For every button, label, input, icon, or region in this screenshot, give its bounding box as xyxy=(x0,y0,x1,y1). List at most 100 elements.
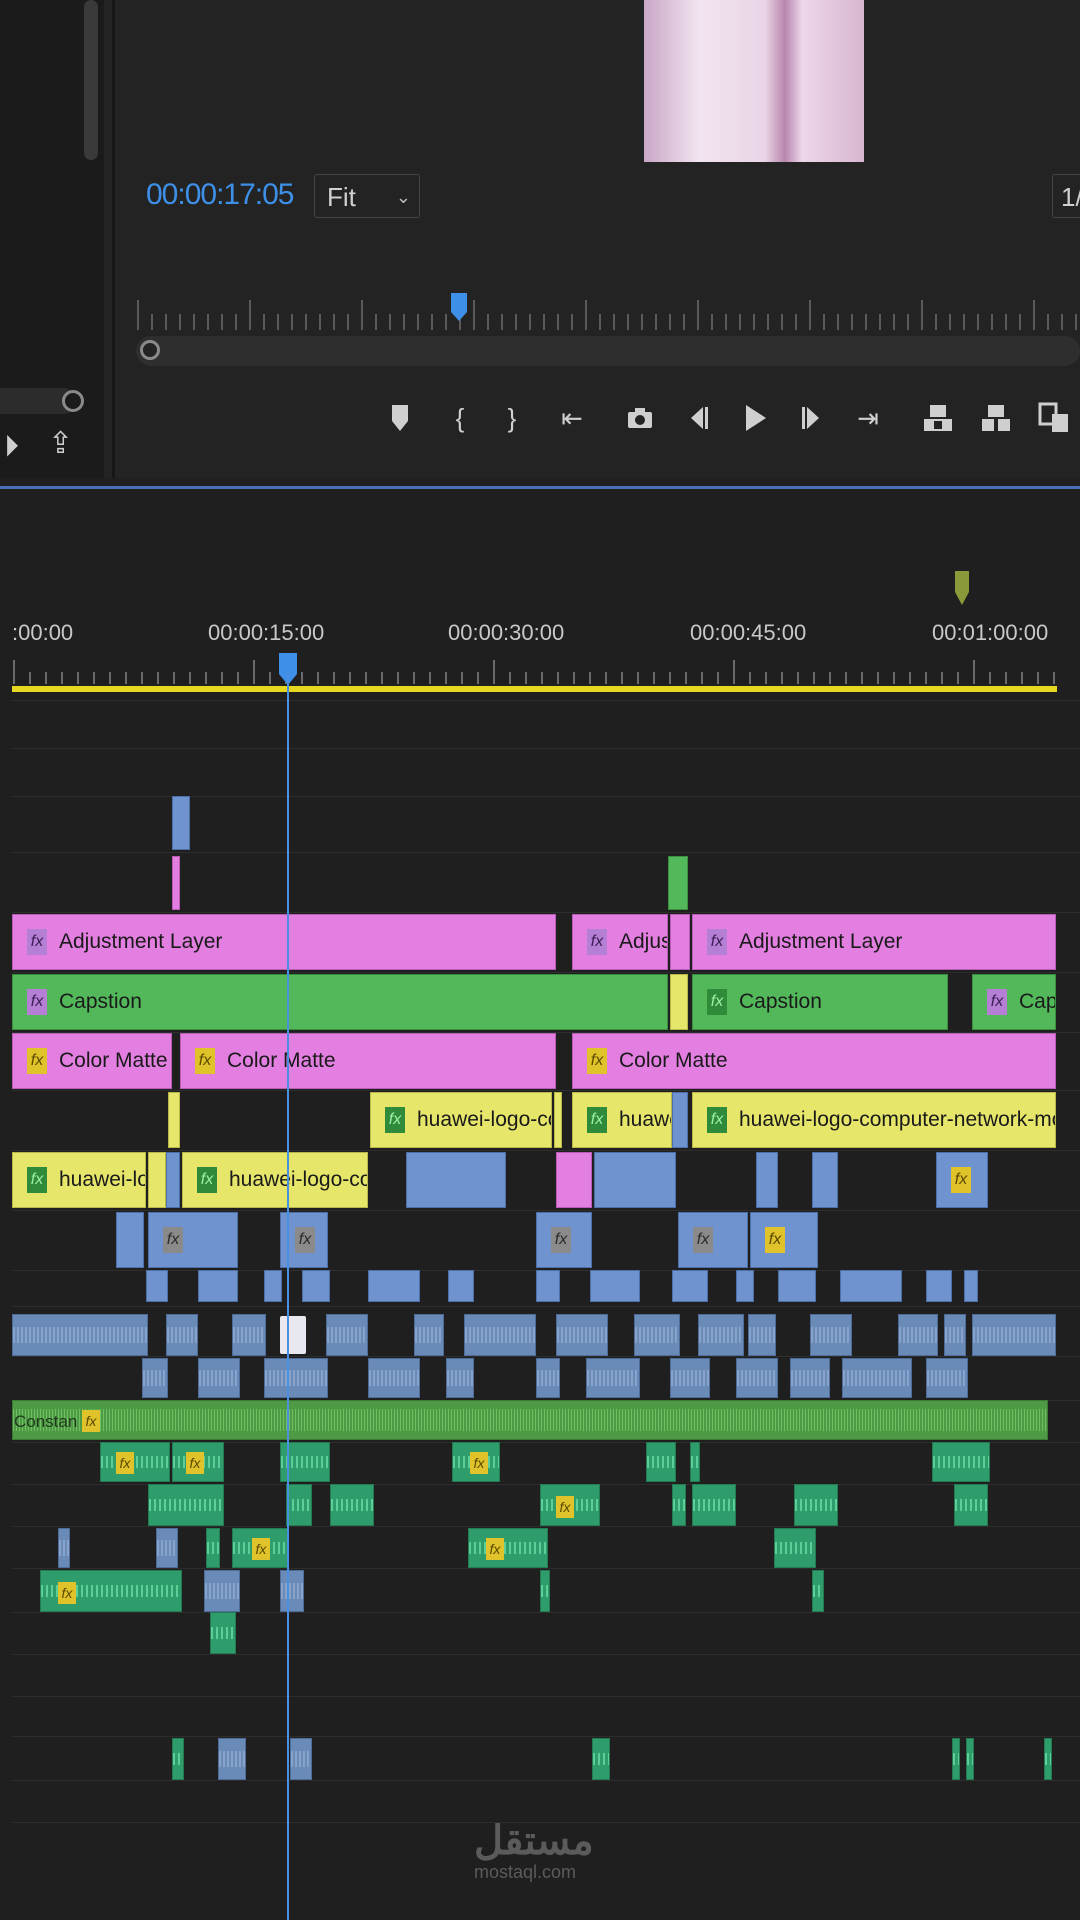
audio-clip[interactable] xyxy=(748,1314,776,1356)
audio-clip[interactable] xyxy=(204,1570,240,1612)
sfx-audio-clip[interactable] xyxy=(210,1612,236,1654)
color-matte-clip[interactable]: fx Color Matte xyxy=(12,1033,172,1089)
audio-clip[interactable] xyxy=(166,1314,198,1356)
audio-clip[interactable] xyxy=(736,1358,778,1398)
video-clip[interactable] xyxy=(302,1270,330,1302)
audio-clip[interactable] xyxy=(198,1358,240,1398)
audio-clip[interactable] xyxy=(790,1358,830,1398)
audio-clip[interactable] xyxy=(698,1314,744,1356)
caption-clip[interactable]: fx Capstion xyxy=(692,974,948,1030)
video-clip[interactable] xyxy=(198,1270,238,1302)
video-clip[interactable] xyxy=(536,1270,560,1302)
graphic-clip[interactable]: fx huawei-logo-compu xyxy=(370,1092,552,1148)
audio-clip[interactable] xyxy=(280,1570,304,1612)
audio-clip[interactable] xyxy=(810,1314,852,1356)
audio-clip[interactable] xyxy=(536,1358,560,1398)
playhead-timecode[interactable]: 00:00:17:05 xyxy=(146,178,294,212)
sfx-audio-clip[interactable] xyxy=(468,1528,548,1568)
sfx-audio-clip[interactable] xyxy=(540,1570,550,1612)
video-clip[interactable] xyxy=(166,1152,180,1208)
video-clip[interactable] xyxy=(448,1270,474,1302)
insert-icon[interactable]: ⏵ xyxy=(4,430,19,464)
sfx-audio-clip[interactable] xyxy=(100,1442,170,1482)
go-to-out-icon[interactable]: ⇥ xyxy=(848,398,888,438)
audio-clip[interactable] xyxy=(464,1314,536,1356)
audio-clip[interactable] xyxy=(556,1314,608,1356)
sfx-audio-clip[interactable] xyxy=(646,1442,676,1482)
video-clip[interactable] xyxy=(590,1270,640,1302)
monitor-zoom-scrollbar[interactable] xyxy=(136,336,1080,366)
sfx-audio-clip[interactable] xyxy=(148,1484,224,1526)
sfx-audio-clip[interactable] xyxy=(952,1738,960,1780)
adjustment-layer-clip[interactable]: fx Adjustment Layer xyxy=(692,914,1056,970)
comparison-view-icon[interactable] xyxy=(1034,398,1074,438)
mark-in-icon[interactable]: { xyxy=(440,398,480,438)
video-clip[interactable] xyxy=(756,1152,778,1208)
audio-clip[interactable] xyxy=(326,1314,368,1356)
sfx-audio-clip[interactable] xyxy=(690,1442,700,1482)
graphic-clip[interactable]: fx huawei-logo-computer-network-mobile-p… xyxy=(692,1092,1056,1148)
video-clip[interactable] xyxy=(736,1270,754,1302)
video-clip[interactable] xyxy=(368,1270,420,1302)
video-clip[interactable]: fx xyxy=(750,1212,818,1268)
audio-clip[interactable] xyxy=(670,1358,710,1398)
mark-out-icon[interactable]: } xyxy=(492,398,532,438)
go-to-in-icon[interactable]: ⇤ xyxy=(552,398,592,438)
caption-clip[interactable] xyxy=(668,856,688,910)
audio-clip[interactable] xyxy=(842,1358,912,1398)
export-icon[interactable]: ⇪ xyxy=(48,426,73,461)
audio-clip[interactable] xyxy=(218,1738,246,1780)
video-clip[interactable]: fx xyxy=(148,1212,238,1268)
step-forward-icon[interactable] xyxy=(792,398,832,438)
step-back-icon[interactable] xyxy=(678,398,718,438)
sfx-audio-clip[interactable] xyxy=(1044,1738,1052,1780)
adjustment-layer-clip[interactable] xyxy=(670,914,690,970)
video-clip[interactable] xyxy=(840,1270,902,1302)
graphic-clip[interactable]: fx huawei xyxy=(572,1092,672,1148)
clip-link-icon[interactable] xyxy=(280,1316,306,1354)
sequence-marker[interactable] xyxy=(954,570,970,606)
video-clip[interactable] xyxy=(406,1152,506,1208)
graphic-clip[interactable] xyxy=(168,1092,180,1148)
video-clip[interactable] xyxy=(146,1270,168,1302)
audio-clip[interactable] xyxy=(156,1528,178,1568)
sfx-audio-clip[interactable] xyxy=(812,1570,824,1612)
timeline-time-ruler[interactable] xyxy=(12,660,1060,684)
sfx-audio-clip[interactable] xyxy=(330,1484,374,1526)
audio-clip[interactable] xyxy=(446,1358,474,1398)
sfx-audio-clip[interactable] xyxy=(774,1528,816,1568)
playback-resolution-select[interactable]: 1/4 xyxy=(1052,174,1080,218)
video-clip[interactable] xyxy=(672,1270,708,1302)
audio-clip[interactable] xyxy=(634,1314,680,1356)
video-clip[interactable]: fx xyxy=(936,1152,988,1208)
graphic-clip[interactable]: fx huawei-logo-compu xyxy=(182,1152,368,1208)
graphic-clip[interactable] xyxy=(554,1092,562,1148)
audio-clip[interactable] xyxy=(142,1358,168,1398)
sfx-audio-clip[interactable] xyxy=(954,1484,988,1526)
zoom-fit-select[interactable]: Fit ⌄ xyxy=(314,174,420,218)
video-clip[interactable] xyxy=(594,1152,676,1208)
audio-clip[interactable] xyxy=(414,1314,444,1356)
video-clip[interactable]: fx xyxy=(678,1212,748,1268)
video-clip[interactable] xyxy=(672,1092,688,1148)
audio-clip[interactable] xyxy=(926,1358,968,1398)
left-panel-zoom-handle[interactable] xyxy=(62,390,84,412)
panel-divider[interactable] xyxy=(112,0,115,478)
adjustment-clip[interactable] xyxy=(172,856,180,910)
graphic-clip[interactable]: fx huawei-log xyxy=(12,1152,146,1208)
extract-icon[interactable] xyxy=(976,398,1016,438)
sfx-audio-clip[interactable] xyxy=(286,1484,312,1526)
sfx-audio-clip[interactable] xyxy=(692,1484,736,1526)
monitor-time-ruler[interactable] xyxy=(136,296,1080,332)
video-clip[interactable] xyxy=(264,1270,282,1302)
sfx-audio-clip[interactable] xyxy=(672,1484,686,1526)
video-clip[interactable] xyxy=(926,1270,952,1302)
audio-clip[interactable] xyxy=(58,1528,70,1568)
audio-clip[interactable] xyxy=(290,1738,312,1780)
sfx-audio-clip[interactable] xyxy=(932,1442,990,1482)
audio-clip[interactable] xyxy=(12,1314,148,1356)
adjustment-layer-clip[interactable]: fx Adjustment Layer xyxy=(12,914,556,970)
caption-clip[interactable]: fx Caps xyxy=(972,974,1056,1030)
audio-clip[interactable] xyxy=(944,1314,966,1356)
video-clip[interactable] xyxy=(778,1270,816,1302)
